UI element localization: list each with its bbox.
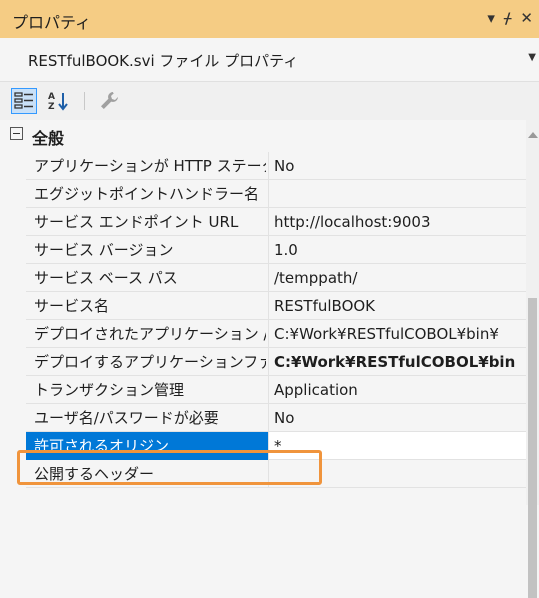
property-name: トランザクション管理 (34, 381, 185, 399)
alphabetical-button[interactable]: A Z (46, 88, 72, 114)
category-row[interactable]: 全般 (0, 120, 526, 150)
property-value[interactable]: * (274, 432, 526, 460)
sort-az-icon: A Z (48, 92, 68, 112)
property-row[interactable]: デプロイするアプリケーションファ C:¥Work¥RESTfulCOBOL¥bi… (26, 348, 526, 376)
property-value[interactable] (274, 460, 526, 488)
property-value[interactable]: http://localhost:9003 (274, 208, 526, 236)
svg-text:Z: Z (48, 102, 55, 112)
properties-titlebar: プロパティ ▾ ᚋ ✕ (0, 0, 539, 38)
categorized-button[interactable] (11, 88, 37, 114)
object-selector-text: RESTfulBOOK.svi ファイル プロパティ (28, 52, 299, 70)
property-name: サービス バージョン (34, 241, 174, 259)
property-name: デプロイされたアプリケーション / (34, 325, 266, 343)
property-row[interactable]: サービス ベース パス /temppath/ (26, 264, 526, 292)
window-title: プロパティ (12, 13, 92, 32)
property-row[interactable]: 公開するヘッダー (26, 460, 526, 488)
property-row[interactable]: ユーザ名/パスワードが必要 No (26, 404, 526, 432)
property-value[interactable]: No (274, 404, 526, 432)
column-divider[interactable] (268, 180, 269, 208)
svg-text:A: A (48, 92, 55, 102)
property-name: アプリケーションが HTTP ステータ (34, 157, 266, 175)
scrollbar-thumb[interactable] (528, 298, 537, 598)
property-name: 公開するヘッダー (34, 465, 155, 483)
close-icon[interactable]: ✕ (520, 9, 533, 27)
column-divider[interactable] (268, 292, 269, 320)
window-controls: ▾ ᚋ ✕ (487, 9, 533, 27)
property-value[interactable]: 1.0 (274, 236, 526, 264)
property-grid: 全般 アプリケーションが HTTP ステータ No エグジットポイントハンドラー… (0, 120, 526, 505)
property-value[interactable]: C:¥Work¥RESTfulCOBOL¥bin¥ (274, 320, 526, 348)
property-name: エグジットポイントハンドラー名 (34, 185, 260, 203)
chevron-down-icon[interactable]: ▼ (528, 52, 536, 63)
wrench-icon (101, 92, 118, 109)
column-divider[interactable] (268, 376, 269, 404)
object-selector[interactable]: RESTfulBOOK.svi ファイル プロパティ ▼ (0, 38, 539, 82)
property-name: サービス エンドポイント URL (34, 213, 239, 231)
scroll-up-icon[interactable] (528, 132, 538, 138)
column-divider[interactable] (268, 236, 269, 264)
property-row[interactable]: エグジットポイントハンドラー名 (26, 180, 526, 208)
property-name: サービス ベース パス (34, 269, 178, 287)
category-label: 全般 (32, 129, 65, 148)
collapse-icon[interactable] (10, 127, 23, 140)
property-row[interactable]: トランザクション管理 Application (26, 376, 526, 404)
pin-icon[interactable]: ᚋ (504, 9, 511, 27)
property-value[interactable]: No (274, 152, 526, 180)
property-row[interactable]: アプリケーションが HTTP ステータ No (26, 152, 526, 180)
property-row[interactable]: サービス バージョン 1.0 (26, 236, 526, 264)
property-value[interactable] (274, 180, 526, 208)
column-divider[interactable] (268, 460, 269, 488)
property-row-selected[interactable]: 許可されるオリジン * (26, 432, 526, 460)
property-value[interactable]: RESTfulBOOK (274, 292, 526, 320)
property-name: ユーザ名/パスワードが必要 (34, 409, 219, 427)
column-divider[interactable] (268, 152, 269, 180)
property-value[interactable]: Application (274, 376, 526, 404)
column-divider[interactable] (268, 320, 269, 348)
property-row[interactable]: デプロイされたアプリケーション / C:¥Work¥RESTfulCOBOL¥b… (26, 320, 526, 348)
categorized-icon (14, 92, 33, 109)
column-divider[interactable] (268, 264, 269, 292)
column-divider[interactable] (268, 404, 269, 432)
property-name: 許可されるオリジン (26, 432, 268, 460)
property-value[interactable]: /temppath/ (274, 264, 526, 292)
column-divider[interactable] (268, 208, 269, 236)
properties-toolbar: A Z (0, 82, 539, 120)
property-pages-button[interactable] (96, 88, 122, 114)
column-divider[interactable] (268, 432, 269, 460)
property-row[interactable]: サービス エンドポイント URL http://localhost:9003 (26, 208, 526, 236)
vertical-scrollbar[interactable] (526, 120, 539, 598)
property-value[interactable]: C:¥Work¥RESTfulCOBOL¥bin (274, 348, 526, 376)
toolbar-separator (84, 92, 85, 110)
property-row[interactable]: サービス名 RESTfulBOOK (26, 292, 526, 320)
window-menu-icon[interactable]: ▾ (487, 9, 495, 27)
property-name: サービス名 (34, 297, 110, 315)
column-divider[interactable] (268, 348, 269, 376)
property-name: デプロイするアプリケーションファ (34, 353, 266, 371)
